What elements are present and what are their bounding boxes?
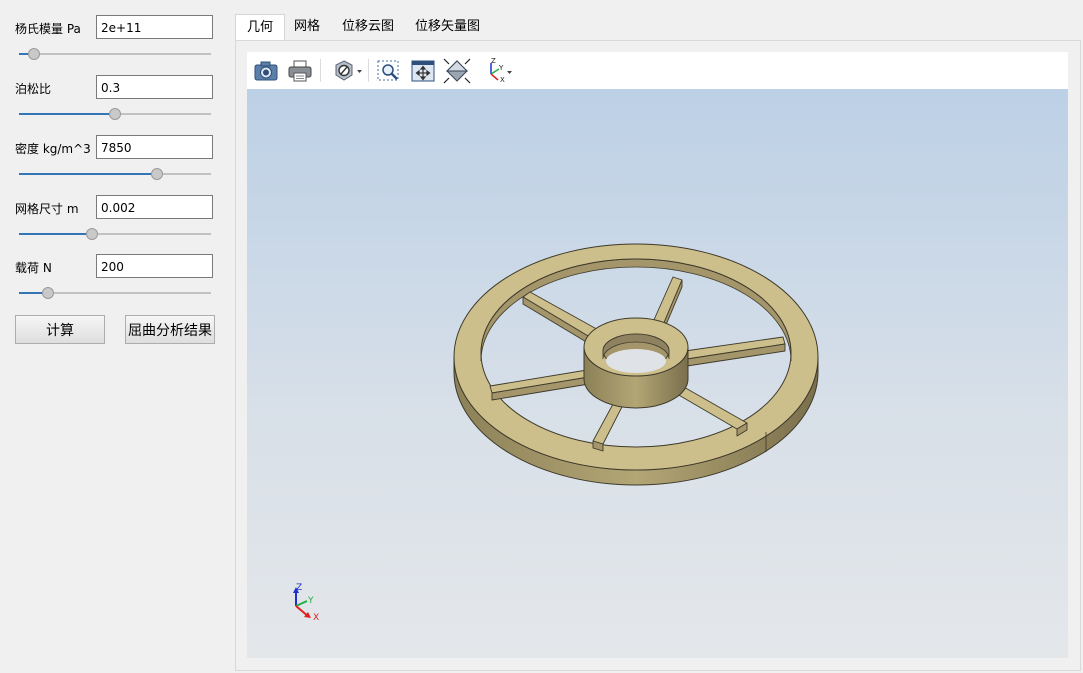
svg-text:Y: Y (498, 64, 504, 72)
tab-mesh[interactable]: 网格 (283, 14, 331, 40)
isometric-view-icon[interactable] (443, 57, 471, 84)
display-mode-icon[interactable] (331, 57, 365, 84)
youngs-modulus-input[interactable] (96, 15, 213, 39)
mesh-size-slider[interactable] (19, 227, 211, 241)
slider-thumb[interactable] (28, 48, 41, 60)
density-input[interactable] (96, 135, 213, 159)
load-slider[interactable] (19, 286, 211, 300)
density-slider[interactable] (19, 167, 211, 181)
poisson-ratio-label: 泊松比 (15, 82, 52, 96)
axis-view-icon[interactable]: Z Y X (480, 57, 516, 84)
wheel-model: Z Y X (293, 243, 819, 623)
slider-thumb[interactable] (109, 108, 121, 120)
tab-displacement-vector[interactable]: 位移矢量图 (404, 14, 491, 40)
slider-thumb[interactable] (41, 287, 54, 299)
axis-triad: Z Y X (293, 583, 319, 623)
zoom-box-icon[interactable] (375, 57, 403, 84)
axis-x-label: X (313, 613, 319, 623)
tab-bar: 几何 网格 位移云图 位移矢量图 (235, 14, 1081, 41)
svg-text:X: X (500, 76, 505, 84)
load-input[interactable] (96, 254, 213, 278)
camera-icon[interactable] (252, 57, 280, 84)
compute-button[interactable]: 计算 (15, 315, 105, 344)
poisson-ratio-slider[interactable] (19, 107, 211, 121)
slider-thumb[interactable] (85, 228, 98, 240)
tab-displacement-contour[interactable]: 位移云图 (331, 14, 405, 40)
axis-z-label: Z (296, 583, 302, 593)
tab-geometry[interactable]: 几何 (235, 14, 286, 41)
youngs-modulus-label: 杨氏模量 Pa (15, 22, 81, 36)
poisson-ratio-input[interactable] (96, 75, 213, 99)
youngs-modulus-slider[interactable] (19, 47, 211, 61)
density-label: 密度 kg/m^3 (15, 142, 91, 156)
axis-y-label: Y (307, 596, 314, 606)
load-label: 载荷 N (15, 261, 52, 275)
fit-all-icon[interactable] (409, 57, 437, 84)
3d-viewport[interactable]: Z Y X (247, 89, 1068, 658)
mesh-size-input[interactable] (96, 195, 213, 219)
buckling-results-button[interactable]: 屈曲分析结果 (125, 315, 215, 344)
viewer-toolbar: Z Y X (247, 52, 1068, 89)
svg-text:Z: Z (491, 58, 496, 65)
slider-thumb[interactable] (151, 168, 164, 180)
print-icon[interactable] (286, 57, 314, 84)
mesh-size-label: 网格尺寸 m (15, 202, 79, 216)
